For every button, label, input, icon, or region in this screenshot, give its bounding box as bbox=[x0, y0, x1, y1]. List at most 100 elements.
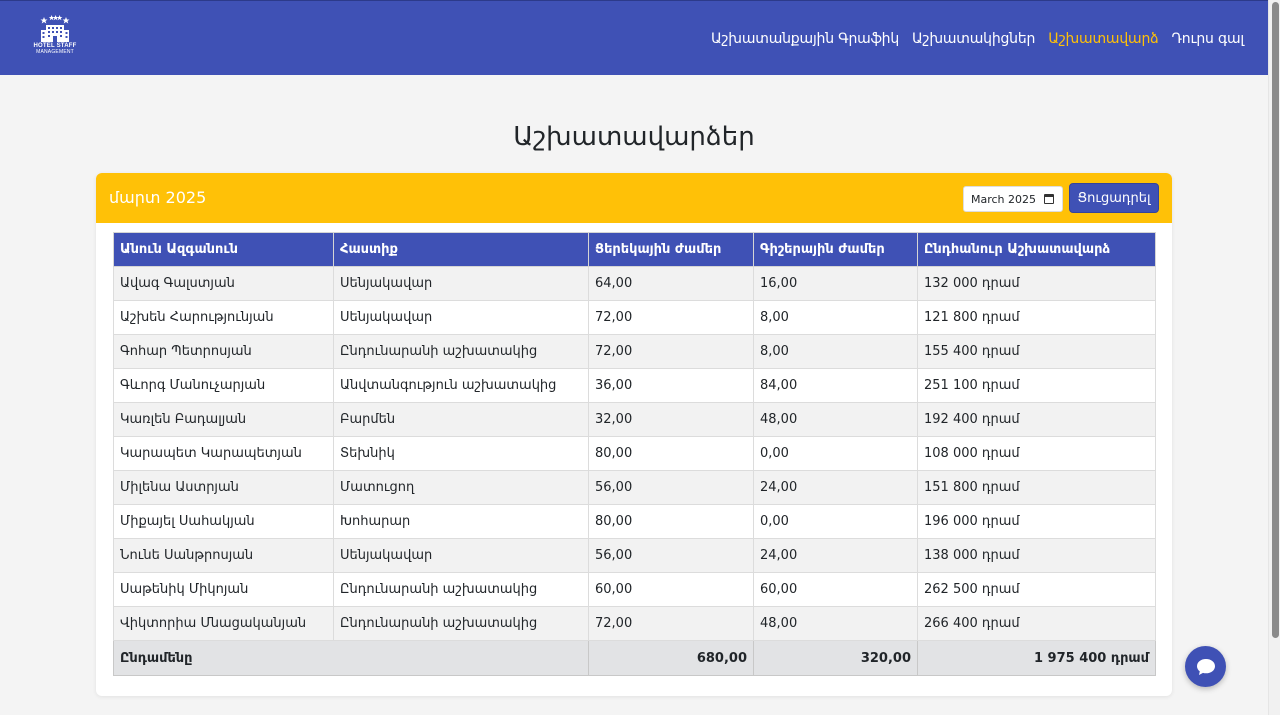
cell-total-salary: 121 800 դրամ bbox=[917, 300, 1156, 335]
salary-card: մարտ 2025 March 2025 Ցուցադրել Անուն Ազգ… bbox=[96, 173, 1172, 696]
cell-night-hours: 48,00 bbox=[753, 606, 918, 641]
card-header: մարտ 2025 March 2025 Ցուցադրել bbox=[96, 173, 1172, 223]
table-row: Գոհար Պետրոսյան Ընդունարանի աշխատակից 72,0… bbox=[113, 334, 1156, 369]
header-night-hours: Գիշերային ժամեր bbox=[753, 232, 918, 267]
table-row: Սաթենիկ Միկոյան Ընդունարանի աշխատակից 60,0… bbox=[113, 572, 1156, 607]
table-body: Ավագ Գալստյան Սենյակավար 64,00 16,00 132 000… bbox=[113, 266, 1156, 641]
chat-button[interactable] bbox=[1185, 646, 1226, 687]
cell-position: Ընդունարանի աշխատակից bbox=[333, 334, 589, 369]
cell-position: Բարմեն bbox=[333, 402, 589, 437]
cell-total-salary: 108 000 դրամ bbox=[917, 436, 1156, 471]
header-position: Հաստիք bbox=[333, 232, 589, 267]
footer-night-hours: 320,00 bbox=[753, 640, 918, 676]
cell-name: Գևորգ Մանուչարյան bbox=[113, 368, 334, 403]
cell-night-hours: 84,00 bbox=[753, 368, 918, 403]
footer-day-hours: 680,00 bbox=[588, 640, 754, 676]
cell-total-salary: 151 800 դրամ bbox=[917, 470, 1156, 505]
scrollbar-thumb[interactable] bbox=[1272, 2, 1279, 638]
cell-night-hours: 16,00 bbox=[753, 266, 918, 301]
calendar-icon[interactable] bbox=[1044, 194, 1054, 204]
cell-day-hours: 72,00 bbox=[588, 334, 754, 369]
table-row: Կարապետ Կարապետյան Տեխնիկ 80,00 0,00 108 000… bbox=[113, 436, 1156, 471]
table-row: Կառլեն Բադալյան Բարմեն 32,00 48,00 192 400 դ… bbox=[113, 402, 1156, 437]
cell-position: Սենյակավար bbox=[333, 300, 589, 335]
table-row: Գևորգ Մանուչարյան Անվտանգություն աշխատակի… bbox=[113, 368, 1156, 403]
cell-night-hours: 60,00 bbox=[753, 572, 918, 607]
cell-position: Տեխնիկ bbox=[333, 436, 589, 471]
cell-name: Միքայել Սահակյան bbox=[113, 504, 334, 539]
cell-day-hours: 56,00 bbox=[588, 470, 754, 505]
cell-position: Սենյակավար bbox=[333, 538, 589, 573]
nav-link-employees[interactable]: Աշխատակիցներ bbox=[912, 31, 1035, 47]
cell-total-salary: 192 400 դրամ bbox=[917, 402, 1156, 437]
chat-bubble-icon bbox=[1196, 658, 1215, 675]
cell-night-hours: 0,00 bbox=[753, 504, 918, 539]
hotel-building-icon bbox=[40, 15, 70, 42]
header-total-salary: Ընդհանուր Աշխատավարձ bbox=[917, 232, 1156, 267]
cell-day-hours: 60,00 bbox=[588, 572, 754, 607]
cell-position: Անվտանգություն աշխատակից bbox=[333, 368, 589, 403]
cell-position: Ընդունարանի աշխատակից bbox=[333, 572, 589, 607]
cell-day-hours: 72,00 bbox=[588, 300, 754, 335]
cell-day-hours: 36,00 bbox=[588, 368, 754, 403]
cell-name: Աշխեն Հարությունյան bbox=[113, 300, 334, 335]
nav-link-salary[interactable]: Աշխատավարձ bbox=[1048, 31, 1158, 47]
cell-position: Խոհարար bbox=[333, 504, 589, 539]
show-button[interactable]: Ցուցադրել bbox=[1069, 183, 1159, 213]
page-title: Աշխատավարձեր bbox=[513, 122, 755, 152]
period-label: մարտ 2025 bbox=[109, 188, 207, 207]
cell-day-hours: 80,00 bbox=[588, 504, 754, 539]
cell-night-hours: 24,00 bbox=[753, 538, 918, 573]
cell-position: Մատուցող bbox=[333, 470, 589, 505]
table-row: Աշխեն Հարությունյան Սենյակավար 72,00 8,00 12… bbox=[113, 300, 1156, 335]
page-scrollbar[interactable] bbox=[1268, 0, 1280, 715]
cell-total-salary: 262 500 դրամ bbox=[917, 572, 1156, 607]
cell-total-salary: 155 400 դրամ bbox=[917, 334, 1156, 369]
cell-day-hours: 72,00 bbox=[588, 606, 754, 641]
footer-total-salary: 1 975 400 դրամ bbox=[917, 640, 1156, 676]
hotel-logo[interactable]: HOTEL STAFF MANAGEMENT bbox=[30, 15, 80, 63]
cell-name: Նունե Սանթրոսյան bbox=[113, 538, 334, 573]
cell-total-salary: 138 000 դրամ bbox=[917, 538, 1156, 573]
header-name: Անուն Ազգանուն bbox=[113, 232, 334, 267]
table-row: Միքայել Սահակյան Խոհարար 80,00 0,00 196 000 … bbox=[113, 504, 1156, 539]
cell-day-hours: 64,00 bbox=[588, 266, 754, 301]
cell-name: Կառլեն Բադալյան bbox=[113, 402, 334, 437]
cell-name: Վիկտորիա Մնացականյան bbox=[113, 606, 334, 641]
table-row: Նունե Սանթրոսյան Սենյակավար 56,00 24,00 138 … bbox=[113, 538, 1156, 573]
cell-night-hours: 24,00 bbox=[753, 470, 918, 505]
nav-link-work-schedule[interactable]: Աշխատանքային Գրաֆիկ bbox=[711, 31, 899, 47]
cell-day-hours: 56,00 bbox=[588, 538, 754, 573]
cell-name: Սաթենիկ Միկոյան bbox=[113, 572, 334, 607]
nav-links: Աշխատանքային Գրաֆիկ Աշխատակիցներ Աշխատավ… bbox=[711, 1, 1244, 76]
cell-name: Կարապետ Կարապետյան bbox=[113, 436, 334, 471]
cell-total-salary: 196 000 դրամ bbox=[917, 504, 1156, 539]
cell-total-salary: 266 400 դրամ bbox=[917, 606, 1156, 641]
cell-total-salary: 251 100 դրամ bbox=[917, 368, 1156, 403]
table-footer-row: Ընդամենը 680,00 320,00 1 975 400 դրամ bbox=[113, 640, 1156, 676]
cell-night-hours: 48,00 bbox=[753, 402, 918, 437]
nav-link-logout[interactable]: Դուրս գալ bbox=[1171, 31, 1244, 47]
salary-table: Անուն Ազգանուն Հաստիք Ցերեկային ժամեր Գի… bbox=[113, 232, 1156, 676]
table-row: Միլենա Աստրյան Մատուցող 56,00 24,00 151 800 … bbox=[113, 470, 1156, 505]
cell-total-salary: 132 000 դրամ bbox=[917, 266, 1156, 301]
cell-night-hours: 0,00 bbox=[753, 436, 918, 471]
month-picker-value: March 2025 bbox=[971, 192, 1037, 206]
month-picker-input[interactable]: March 2025 bbox=[963, 186, 1063, 212]
cell-position: Սենյակավար bbox=[333, 266, 589, 301]
top-navbar: HOTEL STAFF MANAGEMENT Աշխատանքային Գրաֆ… bbox=[0, 0, 1268, 75]
footer-total-label: Ընդամենը bbox=[113, 640, 589, 676]
table-header-row: Անուն Ազգանուն Հաստիք Ցերեկային ժամեր Գի… bbox=[113, 232, 1156, 267]
logo-text-line2: MANAGEMENT bbox=[36, 49, 74, 55]
cell-position: Ընդունարանի աշխատակից bbox=[333, 606, 589, 641]
table-row: Ավագ Գալստյան Սենյակավար 64,00 16,00 132 000… bbox=[113, 266, 1156, 301]
cell-night-hours: 8,00 bbox=[753, 334, 918, 369]
cell-name: Գոհար Պետրոսյան bbox=[113, 334, 334, 369]
cell-night-hours: 8,00 bbox=[753, 300, 918, 335]
cell-day-hours: 32,00 bbox=[588, 402, 754, 437]
cell-day-hours: 80,00 bbox=[588, 436, 754, 471]
cell-name: Ավագ Գալստյան bbox=[113, 266, 334, 301]
table-row: Վիկտորիա Մնացականյան Ընդունարանի աշխատակի… bbox=[113, 606, 1156, 641]
header-day-hours: Ցերեկային ժամեր bbox=[588, 232, 754, 267]
cell-name: Միլենա Աստրյան bbox=[113, 470, 334, 505]
